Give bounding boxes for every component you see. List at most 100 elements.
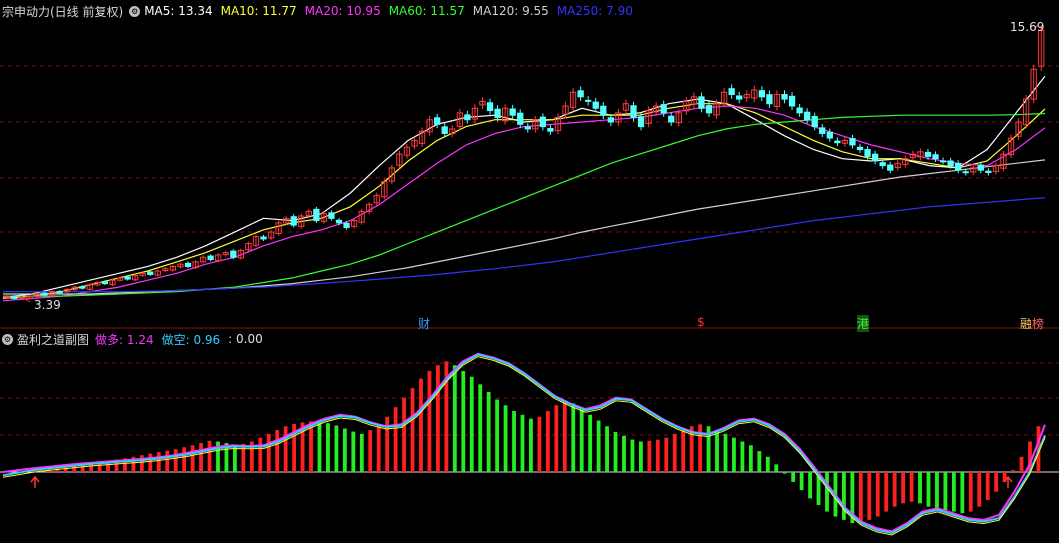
candle-body: [728, 88, 735, 96]
candle-body: [947, 160, 954, 167]
histogram-bar: [317, 421, 322, 472]
histogram-bar: [757, 451, 762, 472]
histogram-bar: [740, 441, 745, 472]
histogram-bar: [207, 440, 212, 472]
settings-circle-icon[interactable]: ⚙: [2, 333, 13, 345]
legend-long: 做多: 1.24: [95, 332, 154, 347]
legend-ma10: MA10: 11.77: [220, 4, 297, 18]
histogram-bar: [461, 370, 466, 472]
histogram-bar: [723, 433, 728, 472]
ma-line-ma5: [2, 75, 1046, 298]
histogram-bar: [554, 405, 559, 472]
histogram-bar: [909, 472, 914, 502]
candle-body: [660, 104, 667, 114]
histogram-bar: [503, 405, 508, 472]
histogram-bar: [994, 472, 999, 492]
candle-body: [79, 286, 86, 289]
histogram-bar: [875, 472, 880, 517]
histogram-bar: [452, 365, 457, 472]
candle-body: [464, 114, 471, 121]
candle-body: [871, 153, 879, 162]
event-marker-hk-connect[interactable]: 港: [857, 315, 870, 332]
event-marker-list[interactable]: 榜: [1032, 315, 1044, 332]
candle-body: [819, 127, 826, 134]
histogram-bar: [858, 472, 863, 522]
histogram-bar: [199, 443, 203, 472]
candle-body: [736, 95, 743, 100]
low-price-label: 3.39: [34, 298, 61, 312]
histogram-bar: [647, 440, 652, 472]
event-marker-finance[interactable]: 财: [418, 315, 430, 332]
histogram-bar: [884, 472, 889, 512]
candle-body: [955, 162, 962, 171]
sub-legend: ⚙ 盈利之道副图 做多: 1.24 做空: 0.96 : 0.00: [2, 330, 271, 348]
histogram-bar: [698, 424, 703, 472]
candle-body: [985, 170, 992, 173]
histogram-bar: [283, 426, 288, 472]
histogram-bar: [478, 384, 483, 472]
candle-body: [600, 105, 607, 116]
candle-body: [290, 216, 297, 226]
histogram-bar: [469, 376, 474, 472]
candle-body: [343, 222, 350, 228]
candle-body: [977, 164, 984, 171]
legend-ma120: MA120: 9.55: [472, 4, 549, 18]
histogram-bar: [342, 428, 347, 472]
event-marker-margin[interactable]: 融: [1020, 315, 1032, 332]
candle-body: [547, 128, 554, 132]
main-panel-title: 宗申动力(日线 前复权): [2, 4, 124, 19]
candle-body: [56, 290, 63, 294]
candle-body: [849, 138, 856, 146]
candle-body: [11, 295, 18, 300]
histogram-bar: [309, 421, 313, 472]
candle-body: [517, 112, 524, 125]
candle-body: [328, 212, 335, 219]
histogram-bar: [156, 452, 161, 472]
histogram-bar: [774, 464, 779, 472]
histogram-bar: [436, 365, 440, 472]
candle-body: [101, 281, 109, 285]
event-marker-dividend[interactable]: $: [697, 315, 705, 329]
candle-body: [637, 116, 645, 128]
candle-body: [826, 131, 833, 139]
histogram-bar: [842, 472, 846, 520]
candle-body: [509, 108, 516, 116]
histogram-bar: [326, 423, 330, 472]
histogram-bar: [782, 472, 787, 474]
histogram-bar: [368, 430, 373, 472]
histogram-bar: [960, 472, 965, 514]
candle-body: [668, 115, 675, 123]
candle-body: [879, 162, 886, 167]
histogram-bar: [182, 447, 187, 472]
histogram-bar: [529, 418, 533, 472]
candle-body: [796, 107, 803, 114]
histogram-bar: [799, 472, 804, 491]
settings-circle-icon[interactable]: ⚙: [129, 5, 141, 17]
candle-body: [260, 236, 267, 240]
candle-body: [313, 208, 320, 222]
histogram-bar: [596, 420, 601, 472]
histogram-bar: [512, 411, 516, 472]
histogram-bar: [985, 472, 990, 501]
candle-body: [705, 105, 713, 114]
candle-body: [577, 90, 584, 98]
candle-body: [607, 117, 614, 123]
candle-body: [939, 160, 947, 163]
candle-body: [486, 102, 494, 112]
histogram-bar: [732, 437, 736, 472]
candle-body: [434, 117, 441, 125]
histogram-bar: [672, 433, 677, 472]
moving-average-lines: [2, 75, 1046, 302]
candle-body: [698, 96, 705, 109]
up-arrow-icon: [30, 475, 40, 488]
candle-body: [494, 108, 501, 118]
candle-body: [184, 262, 192, 267]
chart-canvas: [0, 21, 1059, 536]
histogram-bar: [892, 472, 897, 507]
candle-body: [788, 95, 796, 107]
candle-body: [230, 250, 237, 258]
histogram-bar: [943, 472, 948, 510]
histogram-bar: [393, 407, 398, 472]
histogram-bar: [562, 401, 567, 472]
chart-decor: [19, 21, 1041, 488]
